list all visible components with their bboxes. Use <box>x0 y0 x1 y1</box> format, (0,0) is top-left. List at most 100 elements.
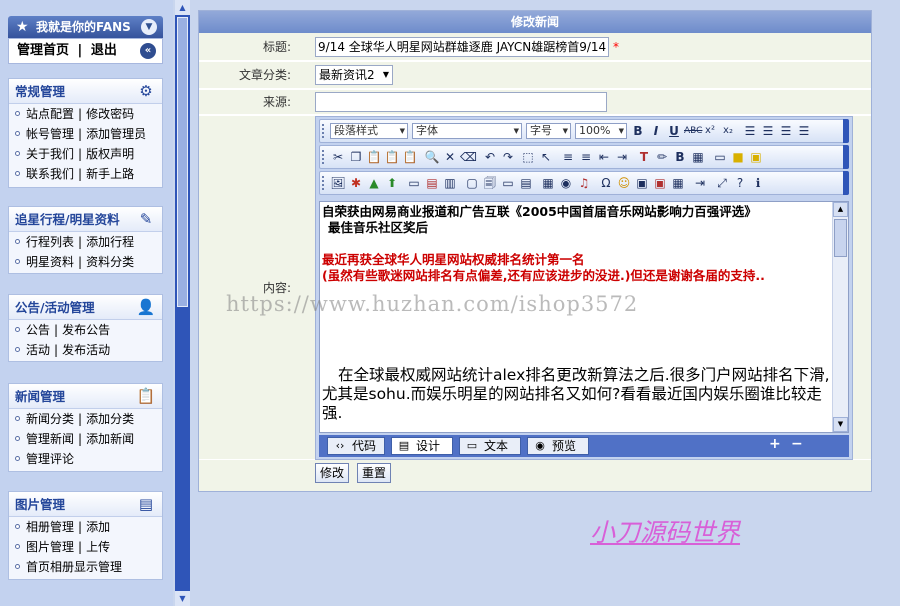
highlight-icon[interactable]: ✏ <box>654 149 670 165</box>
link-beginner-guide[interactable]: 新手上路 <box>86 167 134 181</box>
link-add-category[interactable]: 添加分类 <box>86 412 134 426</box>
link-manage-news[interactable]: 管理新闻 <box>26 432 74 446</box>
link-about-us[interactable]: 关于我们 <box>26 147 74 161</box>
insert-image-icon[interactable]: 🖼 <box>330 175 346 191</box>
align-center-icon[interactable]: ☰ <box>760 123 776 139</box>
content-scroll-down-icon[interactable]: ▼ <box>833 417 848 432</box>
link-add-admin[interactable]: 添加管理员 <box>86 127 146 141</box>
insert-marquee-icon[interactable]: ▤ <box>518 175 534 191</box>
link-schedule-list[interactable]: 行程列表 <box>26 235 74 249</box>
format-icon[interactable]: ▦ <box>690 149 706 165</box>
link-homepage-album[interactable]: 首页相册显示管理 <box>26 560 122 574</box>
underline-icon[interactable]: U <box>666 123 682 139</box>
collapse-sidebar-icon[interactable]: « <box>140 43 156 59</box>
help-icon[interactable]: ? <box>732 175 748 191</box>
save-button[interactable]: 修改 <box>315 463 350 483</box>
link-copyright[interactable]: 版权声明 <box>86 147 134 161</box>
insert-table-icon[interactable]: ▭ <box>406 175 422 191</box>
layer-icon[interactable]: ▣ <box>748 149 764 165</box>
link-add-schedule[interactable]: 添加行程 <box>86 235 134 249</box>
link-change-password[interactable]: 修改密码 <box>86 107 134 121</box>
insert-column-icon[interactable]: ▥ <box>442 175 458 191</box>
link-site-config[interactable]: 站点配置 <box>26 107 74 121</box>
zoom-select[interactable]: 100% ▼ <box>575 123 627 139</box>
select-all-icon[interactable]: ⬚ <box>520 149 536 165</box>
scrollbar-thumb[interactable] <box>177 17 188 307</box>
tab-code[interactable]: ‹› 代码 <box>327 437 385 455</box>
home-link[interactable]: 管理首页 <box>17 43 69 58</box>
redo-icon[interactable]: ↷ <box>500 149 516 165</box>
outdent-icon[interactable]: ⇤ <box>596 149 612 165</box>
zoom-out-icon[interactable]: − <box>791 436 803 452</box>
link-add-album[interactable]: 添加 <box>86 520 110 534</box>
align-left-icon[interactable]: ☰ <box>742 123 758 139</box>
insert-flash-icon[interactable]: ✱ <box>348 175 364 191</box>
paste-word-icon[interactable]: 📋 <box>402 149 418 165</box>
link-news-category[interactable]: 新闻分类 <box>26 412 74 426</box>
scroll-down-icon[interactable]: ▼ <box>175 591 190 606</box>
font-family-select[interactable]: 字体 ▼ <box>412 123 522 139</box>
link-activity[interactable]: 活动 <box>26 343 50 357</box>
paragraph-style-select[interactable]: 段落样式 ▼ <box>330 123 408 139</box>
insert-break-icon[interactable]: ⇥ <box>692 175 708 191</box>
paste-icon[interactable]: 📋 <box>366 149 382 165</box>
paste-text-icon[interactable]: 📋 <box>384 149 400 165</box>
align-right-icon[interactable]: ☰ <box>778 123 794 139</box>
insert-file-icon[interactable]: ⬆ <box>384 175 400 191</box>
tab-preview[interactable]: ◉ 预览 <box>527 437 589 455</box>
editor-content-area[interactable]: 自荣获由网易商业报道和广告互联《2005中国首届音乐网站影响力百强评选》 最佳音… <box>319 201 849 433</box>
frame-scrollbar[interactable]: ▲ ▼ <box>175 0 190 606</box>
insert-symbol-icon[interactable]: Ω <box>598 175 614 191</box>
italic-icon[interactable]: I <box>648 123 664 139</box>
emoticon-icon[interactable]: ☺ <box>616 175 632 191</box>
unordered-list-icon[interactable]: ≡ <box>578 149 594 165</box>
bold-icon[interactable]: B <box>630 123 646 139</box>
insert-frame-icon[interactable]: ▢ <box>464 175 480 191</box>
link-profile-category[interactable]: 资料分类 <box>86 255 134 269</box>
pointer-icon[interactable]: ↖ <box>538 149 554 165</box>
eraser-icon[interactable]: ⌫ <box>460 149 477 165</box>
font-size-select[interactable]: 字号 ▼ <box>526 123 571 139</box>
about-icon[interactable]: ℹ <box>750 175 766 191</box>
background-color-icon[interactable]: B <box>672 149 688 165</box>
fullscreen-icon[interactable]: ⤢ <box>714 175 730 191</box>
tab-text[interactable]: ▭ 文本 <box>459 437 521 455</box>
category-select[interactable]: 最新资讯2 ▼ <box>315 65 393 85</box>
scroll-up-icon[interactable]: ▲ <box>175 0 190 15</box>
insert-media-icon[interactable]: ▲ <box>366 175 382 191</box>
content-scroll-up-icon[interactable]: ▲ <box>833 202 848 217</box>
link-add-news[interactable]: 添加新闻 <box>86 432 134 446</box>
link-album-manage[interactable]: 相册管理 <box>26 520 74 534</box>
insert-page-icon[interactable]: 🗐 <box>482 175 498 191</box>
link-publish-activity[interactable]: 发布活动 <box>62 343 110 357</box>
insert-time-icon[interactable]: ▣ <box>652 175 668 191</box>
strikethrough-icon[interactable]: ABC <box>684 123 702 139</box>
link-account-manage[interactable]: 帐号管理 <box>26 127 74 141</box>
insert-row-icon[interactable]: ▤ <box>424 175 440 191</box>
cut-icon[interactable]: ✂ <box>330 149 346 165</box>
link-manage-comments[interactable]: 管理评论 <box>26 452 74 466</box>
zoom-in-icon[interactable]: + <box>769 436 781 452</box>
div-icon[interactable]: ▭ <box>712 149 728 165</box>
delete-icon[interactable]: ✕ <box>442 149 458 165</box>
link-publish-notice[interactable]: 发布公告 <box>62 323 110 337</box>
content-scrollbar-thumb[interactable] <box>834 219 847 257</box>
logout-link[interactable]: 退出 <box>91 43 117 58</box>
find-icon[interactable]: 🔍 <box>424 149 440 165</box>
absolute-position-icon[interactable]: ■ <box>730 149 746 165</box>
reset-button[interactable]: 重置 <box>357 463 392 483</box>
superscript-icon[interactable]: x² <box>702 123 718 139</box>
title-input[interactable]: 9/14 全球华人明星网站群雄逐鹿 JAYCN雄踞榜首9/14 全 <box>315 37 609 57</box>
link-picture-manage[interactable]: 图片管理 <box>26 540 74 554</box>
source-input[interactable] <box>315 92 607 112</box>
indent-icon[interactable]: ⇥ <box>614 149 630 165</box>
link-upload[interactable]: 上传 <box>86 540 110 554</box>
ordered-list-icon[interactable]: ≡ <box>560 149 576 165</box>
link-notice[interactable]: 公告 <box>26 323 50 337</box>
justify-icon[interactable]: ☰ <box>796 123 812 139</box>
content-scrollbar[interactable]: ▲ ▼ <box>832 202 848 432</box>
insert-code-icon[interactable]: ▦ <box>540 175 556 191</box>
subscript-icon[interactable]: x₂ <box>720 123 736 139</box>
insert-audio-icon[interactable]: ♫ <box>576 175 592 191</box>
tab-design[interactable]: ▤ 设计 <box>391 437 453 455</box>
